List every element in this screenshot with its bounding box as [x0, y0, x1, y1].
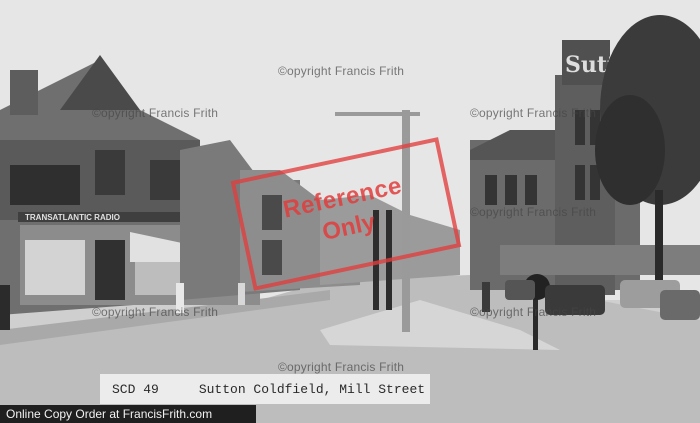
watermark-text: ©opyright Francis Frith	[470, 305, 597, 319]
watermark-text: ©opyright Francis Frith	[92, 106, 219, 120]
watermark-text: ©opyright Francis Frith	[470, 106, 597, 120]
watermark-text: ©opyright Francis Frith	[470, 205, 597, 219]
caption-title: Sutton Coldfield, Mill Street	[198, 381, 426, 397]
watermark-text: ©opyright Francis Frith	[278, 360, 405, 374]
watermark-text: ©opyright Francis Frith	[92, 305, 219, 319]
shop-sign: TRANSATLANTIC RADIO	[25, 213, 120, 222]
order-link[interactable]: Online Copy Order at FrancisFrith.com	[0, 405, 256, 423]
photo-caption: SCD 49 Sutton Coldfield, Mill Street	[100, 374, 430, 404]
caption-code: SCD 49	[112, 381, 159, 397]
watermark-text: ©opyright Francis Frith	[278, 64, 405, 78]
